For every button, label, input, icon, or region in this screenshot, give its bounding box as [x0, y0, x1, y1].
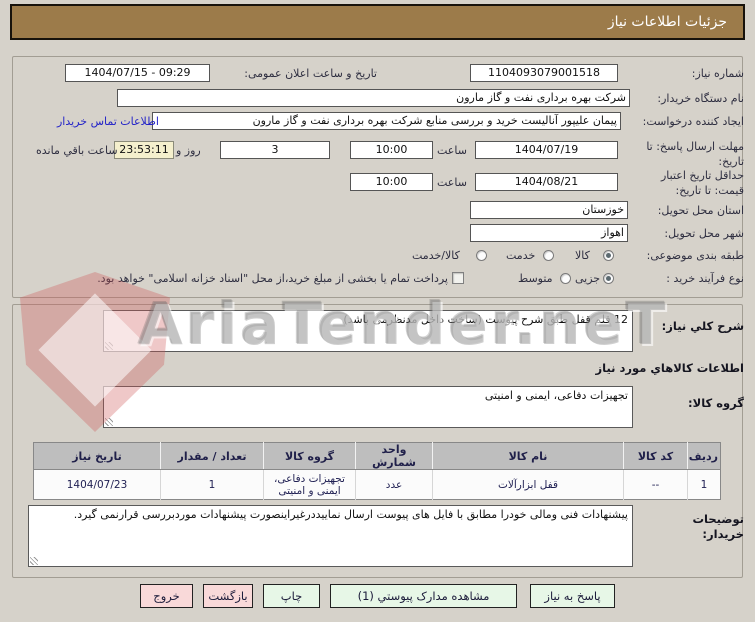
announce-datetime-label: تاریخ و ساعت اعلان عمومی:	[244, 67, 377, 80]
respond-to-need-button[interactable]: پاسخ به نیاز	[530, 584, 615, 608]
radio-minor[interactable]	[603, 273, 614, 284]
buyer-notes-label: توضیحات خریدار:	[692, 512, 745, 541]
items-table: ردیف کد کالا نام کالا واحد شمارش گروه کا…	[33, 442, 721, 500]
cell-item-name: قفل ابزارآلات	[432, 469, 624, 500]
table-row[interactable]: 1 -- قفل ابزارآلات عدد تجهیزات دفاعی، ای…	[34, 469, 721, 500]
back-button[interactable]: بازگشت	[203, 584, 253, 608]
radio-service-label: خدمت	[506, 249, 536, 262]
items-section-title: اطلاعات کالاهاي مورد نیاز	[595, 361, 744, 375]
buyer-name-field[interactable]: شرکت بهره برداری نفت و گاز مارون	[117, 89, 630, 107]
radio-medium[interactable]	[560, 273, 571, 284]
radio-service[interactable]	[543, 250, 554, 261]
radio-goods[interactable]	[603, 250, 614, 261]
cell-need-date: 1404/07/23	[66, 478, 128, 491]
countdown-timer: 23:53:11	[114, 141, 174, 159]
delivery-province-field[interactable]: خوزستان	[470, 201, 628, 219]
request-creator-field[interactable]: پیمان علیپور آنالیست خرید و بررسی منابع …	[152, 112, 621, 130]
view-attached-docs-button[interactable]: مشاهده مدارک پیوستي (1)	[330, 584, 517, 608]
price-validity-time-field[interactable]: 10:00	[350, 173, 433, 191]
response-deadline-label: مهلت ارسال پاسخ: تا تاریخ:	[646, 140, 744, 168]
radio-medium-label: متوسط	[518, 272, 553, 285]
cell-item-code: --	[623, 469, 688, 500]
print-button[interactable]: چاپ	[263, 584, 320, 608]
announce-datetime-field[interactable]: 1404/07/15 - 09:29	[65, 64, 210, 82]
response-deadline-date-field[interactable]: 1404/07/19	[475, 141, 618, 159]
col-item-group: گروه کالا	[263, 442, 356, 470]
deadline-hour-label: ساعت	[437, 144, 467, 157]
general-description-textarea[interactable]: 12 قلم قفل طبق شرح پیوست (ساخت داخل مدنظ…	[103, 310, 633, 352]
delivery-city-label: شهر محل تحویل:	[664, 227, 744, 240]
response-deadline-time-field[interactable]: 10:00	[350, 141, 433, 159]
col-quantity: تعداد / مقدار	[160, 442, 264, 470]
price-validity-date-field[interactable]: 1404/08/21	[475, 173, 618, 191]
goods-group-textarea[interactable]: تجهیزات دفاعی، ایمنی و امنیتی	[103, 386, 633, 428]
treasury-checkbox-label: پرداخت تمام یا بخشی از مبلغ خرید،از محل …	[97, 272, 448, 285]
action-button-row: پاسخ به نیاز مشاهده مدارک پیوستي (1) چاپ…	[0, 584, 755, 608]
cell-row-number: 1	[687, 469, 721, 500]
items-table-header-row: ردیف کد کالا نام کالا واحد شمارش گروه کا…	[33, 442, 721, 470]
exit-button[interactable]: خروج	[140, 584, 193, 608]
page-title: جزئیات اطلاعات نیاز	[10, 4, 745, 40]
radio-goods-service[interactable]	[476, 250, 487, 261]
col-row-number: ردیف	[687, 442, 721, 470]
page-title-text: جزئیات اطلاعات نیاز	[607, 14, 727, 30]
hours-remaining-label: ساعت باقي مانده	[36, 144, 118, 157]
cell-quantity: 1	[160, 469, 264, 500]
buyer-name-label: نام دستگاه خریدار:	[657, 92, 744, 105]
treasury-checkbox[interactable]	[452, 272, 464, 284]
radio-goods-label: کالا	[575, 249, 590, 262]
need-number-field[interactable]: 1104093079001518	[470, 64, 618, 82]
radio-minor-label: جزیی	[575, 272, 601, 285]
days-and-label: روز و	[176, 144, 201, 157]
goods-group-label: گروه کالا:	[688, 396, 744, 410]
remaining-days-field[interactable]: 3	[220, 141, 330, 159]
col-item-code: کد کالا	[623, 442, 688, 470]
col-count-unit: واحد شمارش	[355, 442, 433, 470]
cell-count-unit: عدد	[355, 469, 433, 500]
general-description-label: شرح کلي نیاز:	[661, 319, 744, 333]
price-validity-label: حداقل تاریخ اعتبار قیمت: تا تاریخ:	[660, 169, 744, 197]
radio-goods-service-label: کالا/خدمت	[412, 249, 460, 262]
buyer-contact-link[interactable]: اطلاعات تماس خریدار	[57, 115, 159, 128]
need-number-label: شماره نیاز:	[691, 67, 744, 80]
subject-classification-label: طبقه بندی موضوعی:	[646, 249, 744, 262]
cell-item-group: تجهیزات دفاعی، ایمنی و امنیتی	[263, 469, 356, 500]
need-details-page: { "window": { "title": "جزئیات اطلاعات ن…	[0, 0, 755, 622]
request-creator-label: ایجاد کننده درخواست:	[642, 115, 744, 128]
validity-hour-label: ساعت	[437, 176, 467, 189]
purchase-process-label: نوع فرآیند خرید :	[666, 272, 744, 285]
delivery-city-field[interactable]: اهواز	[470, 224, 628, 242]
buyer-notes-textarea[interactable]: پیشنهادات فنی ومالی خودرا مطابق با فایل …	[28, 505, 633, 567]
col-need-date: تاریخ نیاز	[33, 442, 161, 470]
col-item-name: نام کالا	[432, 442, 624, 470]
delivery-province-label: استان محل تحویل:	[657, 204, 744, 217]
